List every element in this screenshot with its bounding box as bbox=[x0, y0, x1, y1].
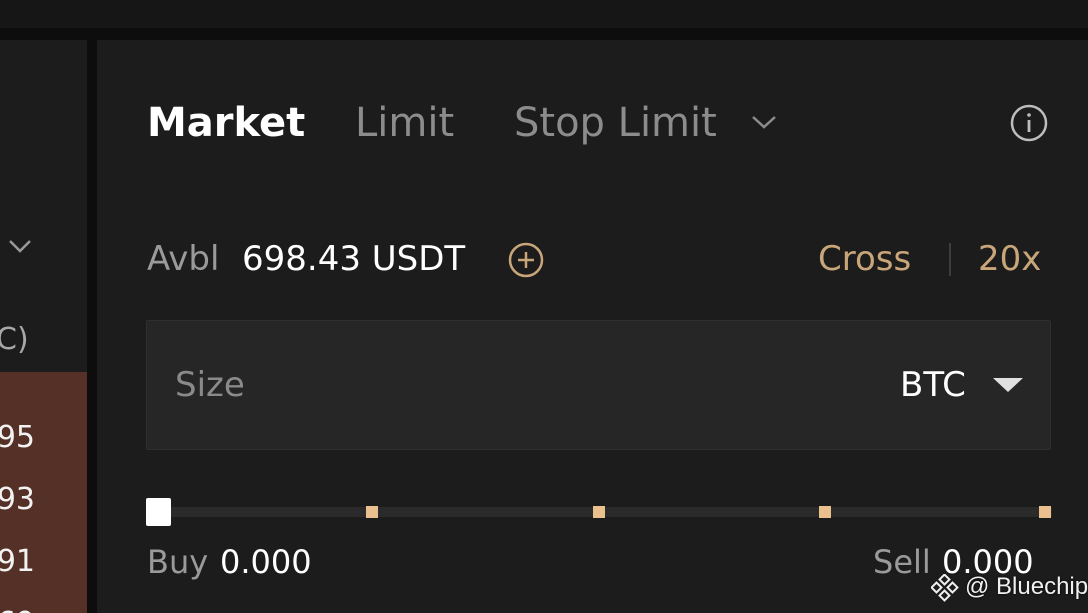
slider-tick[interactable] bbox=[366, 506, 378, 518]
watermark-text: @ Bluechip bbox=[965, 573, 1088, 600]
chevron-down-icon[interactable] bbox=[6, 235, 34, 257]
slider-tick[interactable] bbox=[593, 506, 605, 518]
binance-logo-icon bbox=[931, 574, 959, 602]
ask-price[interactable]: 95 bbox=[0, 420, 35, 455]
tab-stop-limit[interactable]: Stop Limit bbox=[514, 98, 717, 148]
ask-price[interactable]: 91 bbox=[0, 544, 35, 579]
size-slider-handle[interactable] bbox=[146, 498, 171, 526]
leverage-button[interactable]: 20x bbox=[978, 237, 1041, 281]
order-book-unit-label: C) bbox=[0, 322, 29, 357]
buy-label: Buy bbox=[147, 543, 209, 581]
tab-market[interactable]: Market bbox=[147, 98, 305, 148]
size-input-placeholder: Size bbox=[175, 365, 245, 405]
available-balance-label: Avbl bbox=[147, 239, 220, 279]
size-unit-select[interactable]: BTC bbox=[900, 363, 966, 407]
divider bbox=[949, 243, 951, 276]
available-balance-value: 698.43 USDT bbox=[242, 239, 466, 279]
chevron-down-icon[interactable] bbox=[750, 112, 778, 132]
margin-mode-button[interactable]: Cross bbox=[818, 237, 911, 281]
plus-circle-icon[interactable] bbox=[507, 241, 545, 279]
ask-price[interactable]: 69 bbox=[0, 606, 35, 613]
ask-rows: 95 93 91 69 bbox=[0, 372, 87, 613]
tab-limit[interactable]: Limit bbox=[355, 98, 454, 148]
slider-tick[interactable] bbox=[1039, 506, 1051, 518]
sell-label: Sell bbox=[873, 543, 931, 581]
buy-value: 0.000 bbox=[220, 543, 312, 581]
caret-down-icon[interactable] bbox=[990, 376, 1026, 394]
top-bar bbox=[0, 0, 1088, 28]
info-icon[interactable] bbox=[1009, 103, 1049, 143]
slider-tick[interactable] bbox=[819, 506, 831, 518]
ask-price[interactable]: 93 bbox=[0, 482, 35, 517]
order-book-panel: C) 95 93 91 69 bbox=[0, 40, 87, 613]
